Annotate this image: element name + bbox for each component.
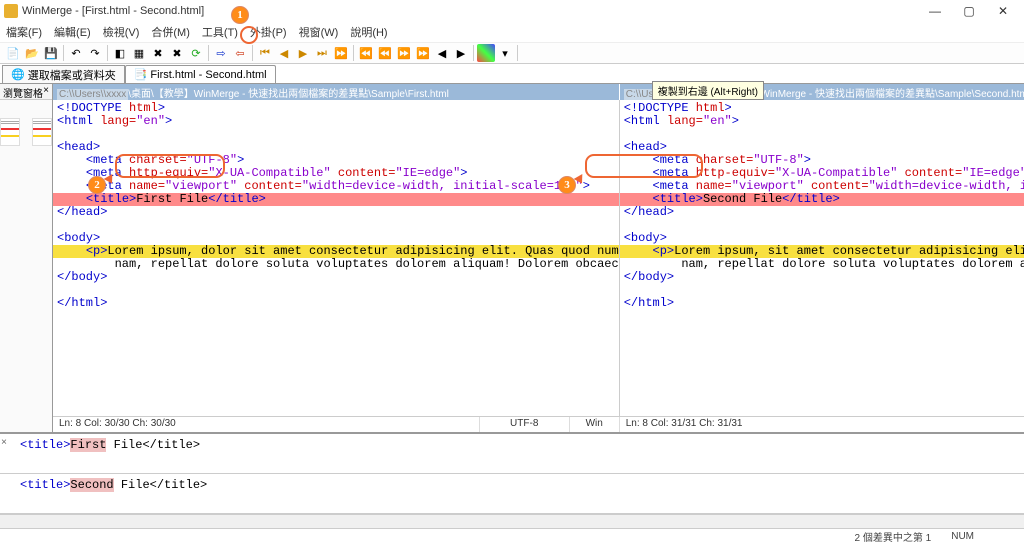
right-cursor-status: Ln: 8 Col: 31/31 Ch: 31/31 bbox=[620, 417, 1024, 432]
diff-all-icon[interactable]: ▦ bbox=[130, 44, 148, 62]
detail-text: <title> bbox=[20, 438, 70, 452]
status-bar: 2 個差異中之第 1 NUM bbox=[0, 528, 1024, 544]
work-area: 瀏覽窗格 × C:\\Users\\xxxx\桌面\【教學】WinMerge -… bbox=[0, 84, 1024, 432]
last-diff-icon[interactable]: ⏭ bbox=[313, 44, 331, 62]
right-code-pane[interactable]: <!DOCTYPE html> <html lang="en"> <head> … bbox=[620, 100, 1024, 416]
annotation-ring bbox=[115, 154, 225, 178]
open-icon[interactable]: 📂 bbox=[23, 44, 41, 62]
location-pane: 瀏覽窗格 × bbox=[0, 84, 53, 432]
left-code-pane[interactable]: <!DOCTYPE html> <html lang="en"> <head> … bbox=[53, 100, 620, 416]
new-icon[interactable]: 📄 bbox=[4, 44, 22, 62]
separator bbox=[517, 45, 518, 61]
menu-edit[interactable]: 編輯(E) bbox=[54, 24, 91, 40]
diff-detail-pane: × <title>First File</title> <title>Secon… bbox=[0, 432, 1024, 514]
dropdown-icon[interactable]: ▾ bbox=[496, 44, 514, 62]
refresh-icon[interactable]: ⟳ bbox=[187, 44, 205, 62]
left-eol: Win bbox=[570, 417, 620, 432]
tab-document[interactable]: 📑 First.html - Second.html bbox=[125, 65, 276, 83]
window-controls: — ▢ ✕ bbox=[918, 1, 1020, 21]
nav-icon[interactable]: ◀ bbox=[433, 44, 451, 62]
tool-icon[interactable]: ✖ bbox=[149, 44, 167, 62]
menu-help[interactable]: 說明(H) bbox=[350, 24, 387, 40]
window-title: WinMerge - [First.html - Second.html] bbox=[22, 5, 918, 17]
first-diff-icon[interactable]: ⏮ bbox=[256, 44, 274, 62]
nav-icon[interactable]: ⏪ bbox=[376, 44, 394, 62]
separator bbox=[353, 45, 354, 61]
diff-bar-right[interactable] bbox=[32, 118, 52, 146]
detail-text: File</title> bbox=[106, 438, 200, 452]
nav-icon[interactable]: ⏩ bbox=[395, 44, 413, 62]
redo-icon[interactable]: ↷ bbox=[86, 44, 104, 62]
maximize-button[interactable]: ▢ bbox=[952, 1, 986, 21]
location-pane-title: 瀏覽窗格 bbox=[3, 85, 43, 98]
location-pane-close[interactable]: × bbox=[43, 85, 49, 98]
callout-1: 1 bbox=[231, 6, 249, 24]
callout-3: 3 bbox=[558, 176, 576, 194]
menu-bar: 檔案(F) 編輯(E) 檢視(V) 合併(M) 工具(T) 外掛(P) 視窗(W… bbox=[0, 22, 1024, 42]
tab-label: First.html - Second.html bbox=[150, 69, 266, 81]
minimize-button[interactable]: — bbox=[918, 1, 952, 21]
diff-word: First bbox=[70, 438, 106, 452]
separator bbox=[107, 45, 108, 61]
separator bbox=[252, 45, 253, 61]
code-row: <!DOCTYPE html> <html lang="en"> <head> … bbox=[53, 100, 1024, 416]
close-icon[interactable]: × bbox=[1, 438, 7, 449]
nav-icon[interactable]: ▶ bbox=[452, 44, 470, 62]
numlock-indicator: NUM bbox=[951, 531, 974, 542]
doc-icon: 📑 bbox=[134, 68, 148, 81]
tool-icon[interactable]: ✖ bbox=[168, 44, 186, 62]
next-diff-icon[interactable]: ▶ bbox=[294, 44, 312, 62]
menu-tools[interactable]: 工具(T) bbox=[202, 24, 238, 40]
tab-label: 選取檔案或資料夾 bbox=[28, 67, 116, 83]
diff-icon[interactable]: ◧ bbox=[111, 44, 129, 62]
location-pane-header: 瀏覽窗格 × bbox=[0, 84, 52, 100]
save-icon[interactable]: 💾 bbox=[42, 44, 60, 62]
separator bbox=[63, 45, 64, 61]
annotation-ring bbox=[240, 26, 258, 44]
path-headers: C:\\Users\\xxxx\桌面\【教學】WinMerge - 快速找出兩個… bbox=[53, 84, 1024, 100]
left-encoding: UTF-8 bbox=[480, 417, 570, 432]
tab-file-picker[interactable]: 🌐 選取檔案或資料夾 bbox=[2, 65, 125, 83]
separator bbox=[208, 45, 209, 61]
close-button[interactable]: ✕ bbox=[986, 1, 1020, 21]
title-bar: WinMerge - [First.html - Second.html] — … bbox=[0, 0, 1024, 22]
detail-text: <title> bbox=[20, 478, 70, 492]
copy-left-icon[interactable]: ⇦ bbox=[231, 44, 249, 62]
diff-word: Second bbox=[70, 478, 113, 492]
diff-counter: 2 個差異中之第 1 bbox=[855, 529, 932, 544]
menu-view[interactable]: 檢視(V) bbox=[103, 24, 140, 40]
folder-icon: 🌐 bbox=[11, 68, 25, 81]
detail-text: File</title> bbox=[114, 478, 208, 492]
nav-icon[interactable]: ⏩ bbox=[332, 44, 350, 62]
horizontal-scrollbar[interactable] bbox=[0, 514, 1024, 528]
nav-icon[interactable]: ⏩ bbox=[414, 44, 432, 62]
diff-map[interactable] bbox=[0, 100, 52, 432]
toolbar: 📄 📂 💾 ↶ ↷ ◧ ▦ ✖ ✖ ⟳ ⇨ ⇦ ⏮ ◀ ▶ ⏭ ⏩ ⏪ ⏪ ⏩ … bbox=[0, 42, 1024, 64]
annotation-ring bbox=[585, 154, 703, 178]
prev-diff-icon[interactable]: ◀ bbox=[275, 44, 293, 62]
separator bbox=[473, 45, 474, 61]
nav-icon[interactable]: ⏪ bbox=[357, 44, 375, 62]
diff-detail-right[interactable]: <title>Second File</title> bbox=[0, 474, 1024, 514]
callout-2: 2 bbox=[88, 176, 106, 194]
menu-file[interactable]: 檔案(F) bbox=[6, 24, 42, 40]
menu-merge[interactable]: 合併(M) bbox=[151, 24, 190, 40]
color-icon[interactable] bbox=[477, 44, 495, 62]
left-path: C:\\Users\\xxxx\桌面\【教學】WinMerge - 快速找出兩個… bbox=[53, 84, 620, 100]
diff-detail-left[interactable]: × <title>First File</title> bbox=[0, 434, 1024, 474]
undo-icon[interactable]: ↶ bbox=[67, 44, 85, 62]
diff-bar-left[interactable] bbox=[0, 118, 20, 146]
tooltip: 複製到右邊 (Alt+Right) bbox=[652, 81, 764, 100]
left-cursor-status: Ln: 8 Col: 30/30 Ch: 30/30 bbox=[53, 417, 480, 432]
copy-right-icon[interactable]: ⇨ bbox=[212, 44, 230, 62]
document-tabs: 🌐 選取檔案或資料夾 📑 First.html - Second.html 複製… bbox=[0, 64, 1024, 84]
compare-panes: C:\\Users\\xxxx\桌面\【教學】WinMerge - 快速找出兩個… bbox=[53, 84, 1024, 432]
app-icon bbox=[4, 4, 18, 18]
pane-status-row: Ln: 8 Col: 30/30 Ch: 30/30 UTF-8 Win Ln:… bbox=[53, 416, 1024, 432]
menu-window[interactable]: 視窗(W) bbox=[299, 24, 339, 40]
